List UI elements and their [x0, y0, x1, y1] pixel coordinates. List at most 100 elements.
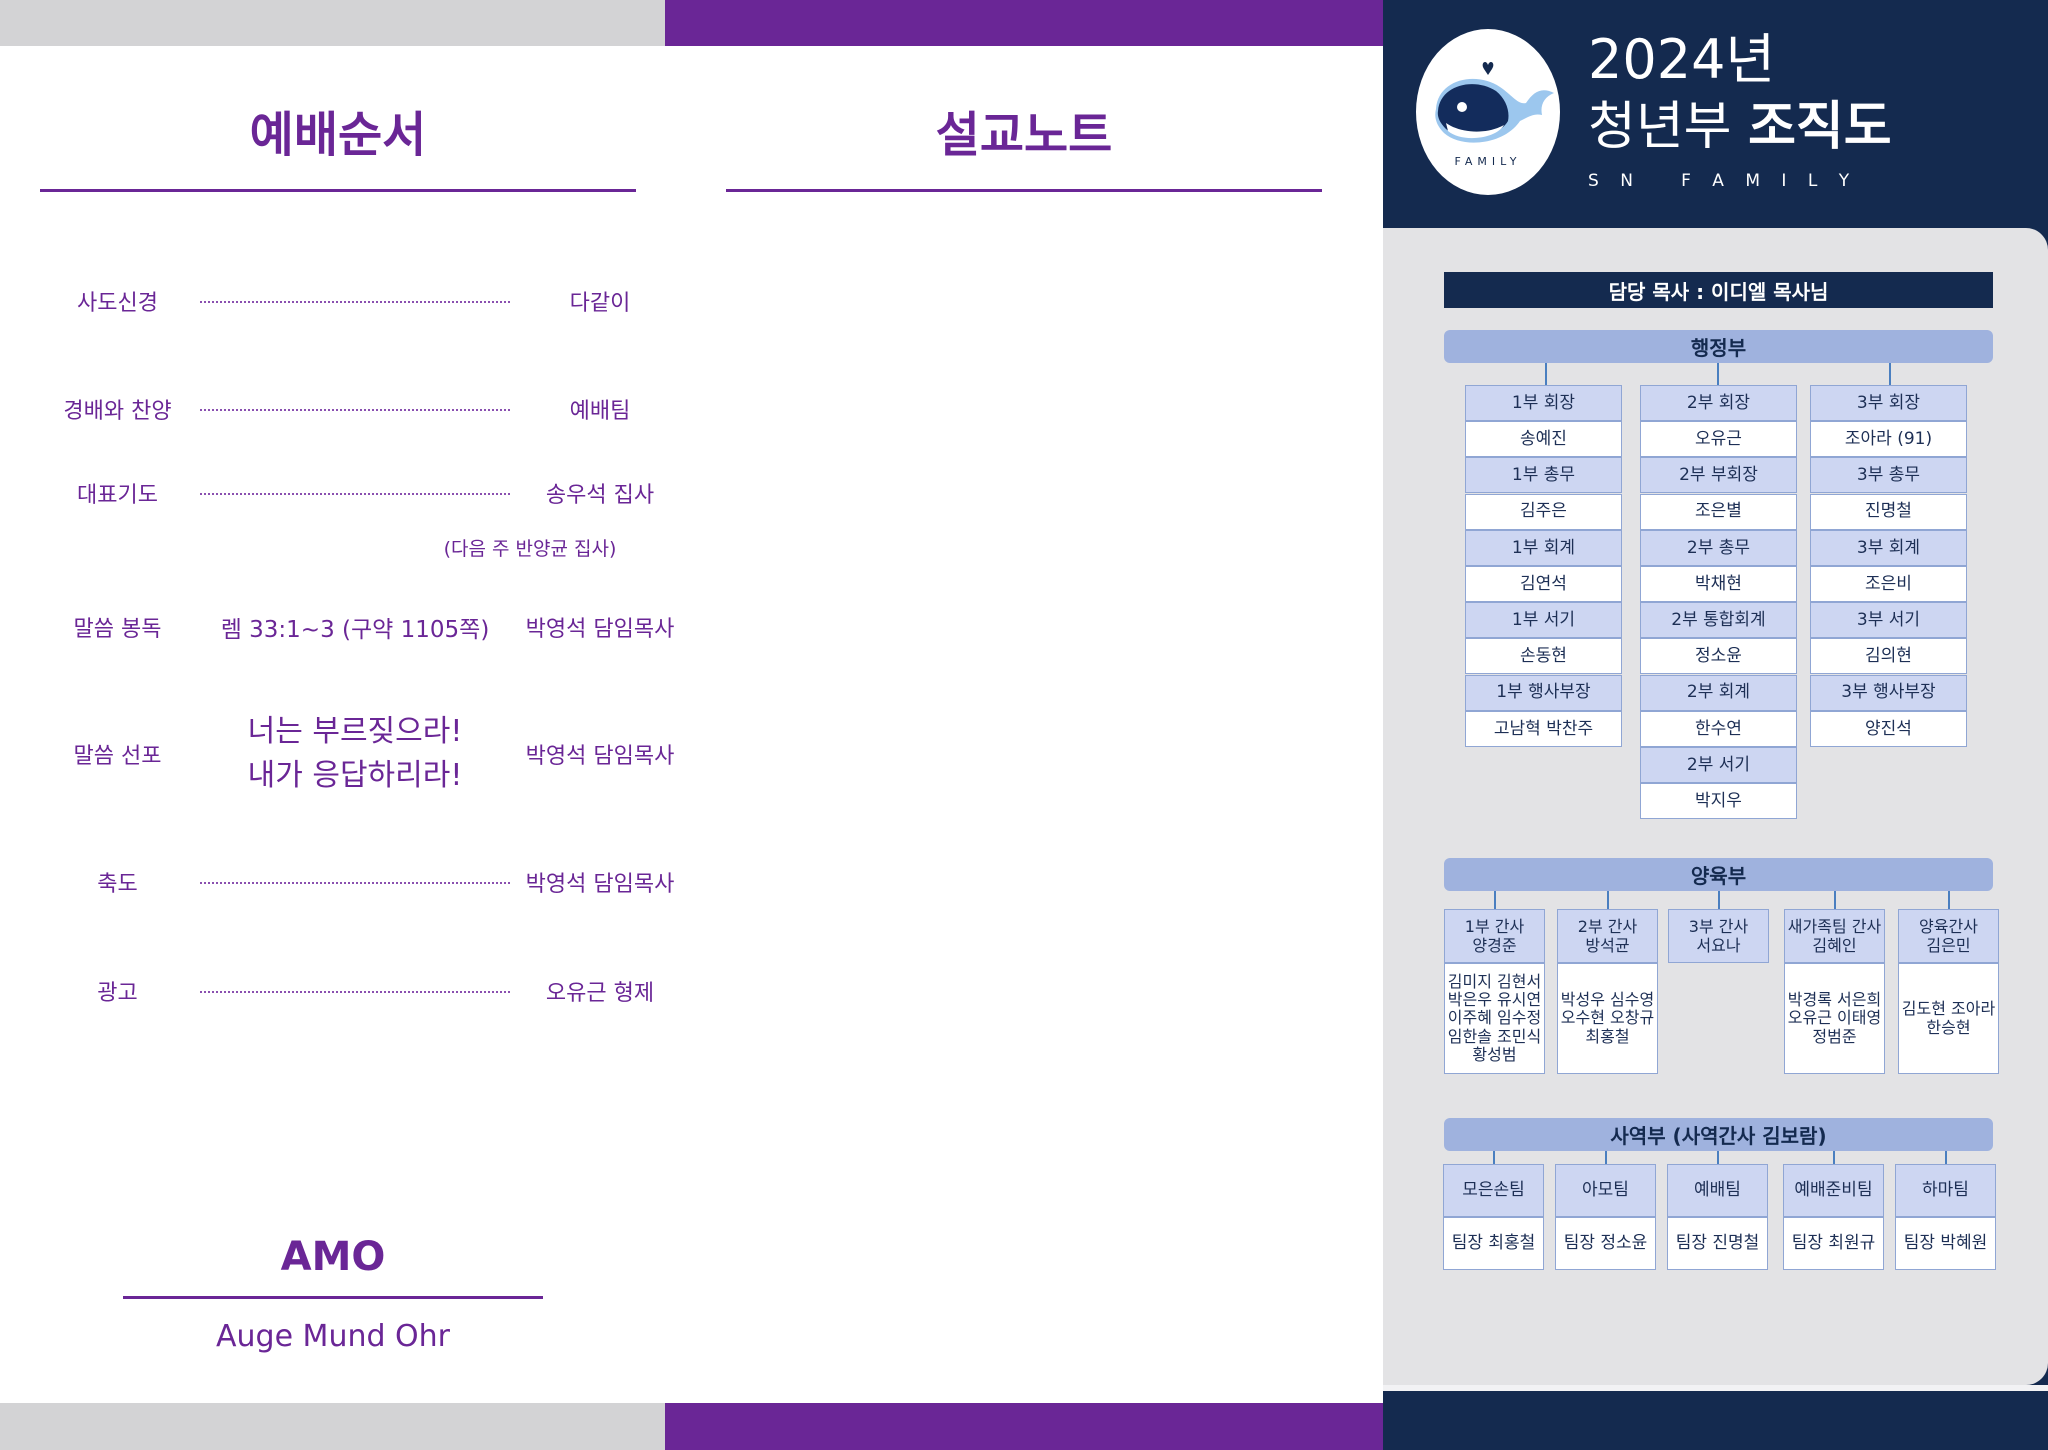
connector [1494, 891, 1496, 909]
connector [1493, 1151, 1495, 1164]
order-leader: 오유근 형제 [545, 981, 655, 1006]
admin-member: 진명철 [1810, 493, 1967, 530]
scripture-reference: 렘 33:1~3 (구약 1105쪽) [220, 617, 490, 643]
ministry-team-leader: 팀장 최홍철 [1443, 1217, 1544, 1270]
sermon-title: 너는 부르짖으라! 내가 응답하리라! [200, 710, 510, 798]
org-header-subtitle: S N F A M I L Y [1588, 171, 1858, 191]
order-item-creed: 사도신경 다같이 [40, 271, 680, 331]
order-item-benediction: 축도 박영석 담임목사 [40, 852, 680, 912]
ministry-team-leader: 팀장 진명철 [1667, 1217, 1768, 1270]
admin-member: 조아라 (91) [1810, 421, 1967, 458]
nurture-group-members: 박경록 서은희 오유근 이태영 정범준 [1784, 963, 1885, 1074]
group-leader: 김혜인 [1812, 936, 1857, 955]
order-label: 말씀 선포 [73, 744, 162, 769]
member-line: 한승현 [1926, 1017, 1971, 1037]
connector [1717, 363, 1719, 385]
admin-role: 2부 부회장 [1640, 457, 1797, 494]
order-item-praise: 경배와 찬양 예배팀 [40, 379, 680, 439]
ministry-team-leader: 팀장 정소윤 [1555, 1217, 1656, 1270]
admin-role: 3부 행사부장 [1810, 674, 1967, 711]
admin-member: 박지우 [1640, 783, 1797, 820]
family-logo: FAMILY [1416, 29, 1560, 195]
top-gray-band [0, 0, 665, 46]
connector [1833, 1151, 1835, 1164]
org-header-title-b: 조직도 [1748, 97, 1892, 157]
admin-member: 고남혁 박찬주 [1465, 710, 1622, 747]
order-label: 축도 [97, 872, 138, 897]
member-line: 최홍철 [1585, 1026, 1630, 1046]
connector [1545, 363, 1547, 385]
order-leader: 예배팀 [569, 399, 631, 424]
admin-member: 한수연 [1640, 710, 1797, 747]
ministry-dept-bar: 사역부 (사역간사 김보람) [1444, 1118, 1993, 1151]
logo-family-text: FAMILY [1454, 155, 1522, 168]
ministry-team-name: 아모팀 [1555, 1164, 1656, 1217]
sermon-title-line2: 내가 응답하리라! [247, 758, 463, 793]
sermon-notes-title: 설교노트 [935, 107, 1113, 163]
worship-order-underline [40, 189, 636, 192]
connector [1607, 891, 1609, 909]
connector [1718, 891, 1720, 909]
order-label: 사도신경 [77, 291, 158, 316]
admin-role: 1부 서기 [1465, 602, 1622, 639]
connector [1945, 1151, 1947, 1164]
group-leader: 방석균 [1585, 936, 1630, 955]
dotted-leader [200, 409, 510, 411]
prayer-next-week-note: (다음 주 반양균 집사) [443, 538, 617, 560]
order-leader: 박영석 담임목사 [525, 617, 675, 642]
nurture-group-members: 김도현 조아라 한승현 [1898, 963, 1999, 1074]
admin-member: 조은별 [1640, 493, 1797, 530]
admin-member: 박채현 [1640, 566, 1797, 602]
admin-role: 3부 회장 [1810, 385, 1967, 421]
connector [1948, 891, 1950, 909]
group-leader: 양경준 [1472, 936, 1517, 955]
worship-order-title: 예배순서 [249, 107, 427, 163]
member-line: 박경록 서은희 [1787, 989, 1882, 1009]
admin-role: 1부 행사부장 [1465, 674, 1622, 711]
order-leader: 박영석 담임목사 [525, 872, 675, 897]
admin-member: 정소윤 [1640, 638, 1797, 675]
order-label: 광고 [97, 981, 138, 1006]
ministry-team-name: 하마팀 [1895, 1164, 1996, 1217]
nurture-group-head: 3부 간사 서요나 [1668, 909, 1769, 963]
group-leader: 김은민 [1926, 936, 1971, 955]
group-role: 1부 간사 [1464, 916, 1525, 936]
nurture-group-members: 박성우 심수영 오수현 오창규 최홍철 [1557, 963, 1658, 1074]
group-role: 2부 간사 [1577, 916, 1638, 936]
order-label: 말씀 봉독 [73, 617, 162, 642]
ministry-team-name: 예배팀 [1667, 1164, 1768, 1217]
connector [1605, 1151, 1607, 1164]
admin-role: 2부 서기 [1640, 747, 1797, 783]
order-item-prayer: 대표기도 송우석 집사 [40, 463, 680, 523]
admin-member: 손동현 [1465, 638, 1622, 675]
ministry-team-name: 모은손팀 [1443, 1164, 1544, 1217]
member-line: 김도현 조아라 [1901, 999, 1996, 1019]
admin-role: 2부 회장 [1640, 385, 1797, 421]
amo-title: AMO [280, 1234, 386, 1280]
admin-role: 3부 회계 [1810, 529, 1967, 566]
order-item-sermon: 말씀 선포 너는 부르짖으라! 내가 응답하리라! 박영석 담임목사 [40, 704, 680, 804]
admin-role: 1부 회계 [1465, 529, 1622, 566]
admin-member: 양진석 [1810, 710, 1967, 747]
order-leader: 송우석 집사 [545, 483, 655, 508]
admin-role: 2부 총무 [1640, 529, 1797, 566]
pastor-banner: 담당 목사 : 이디엘 목사님 [1444, 272, 1993, 308]
admin-role: 1부 회장 [1465, 385, 1622, 421]
dotted-leader [200, 301, 510, 303]
member-line: 정범준 [1812, 1026, 1857, 1046]
admin-member: 김연석 [1465, 566, 1622, 602]
org-card-edge [1383, 1385, 2048, 1391]
bottom-purple-band [665, 1403, 1383, 1450]
amo-subtitle: Auge Mund Ohr [215, 1319, 451, 1354]
admin-role: 3부 총무 [1810, 457, 1967, 494]
admin-role: 2부 회계 [1640, 674, 1797, 711]
sermon-notes-underline [726, 189, 1322, 192]
admin-member: 김의현 [1810, 638, 1967, 675]
dotted-leader [200, 882, 510, 884]
admin-member: 오유근 [1640, 421, 1797, 458]
order-label: 경배와 찬양 [63, 399, 172, 424]
member-line: 박은우 유시연 [1447, 989, 1542, 1009]
ministry-team-leader: 팀장 최원규 [1783, 1217, 1884, 1270]
nurture-group-members: 김미지 김현서 박은우 유시연 이주혜 임수정 임한솔 조민식 황성범 [1444, 963, 1545, 1074]
order-label: 대표기도 [77, 483, 158, 508]
